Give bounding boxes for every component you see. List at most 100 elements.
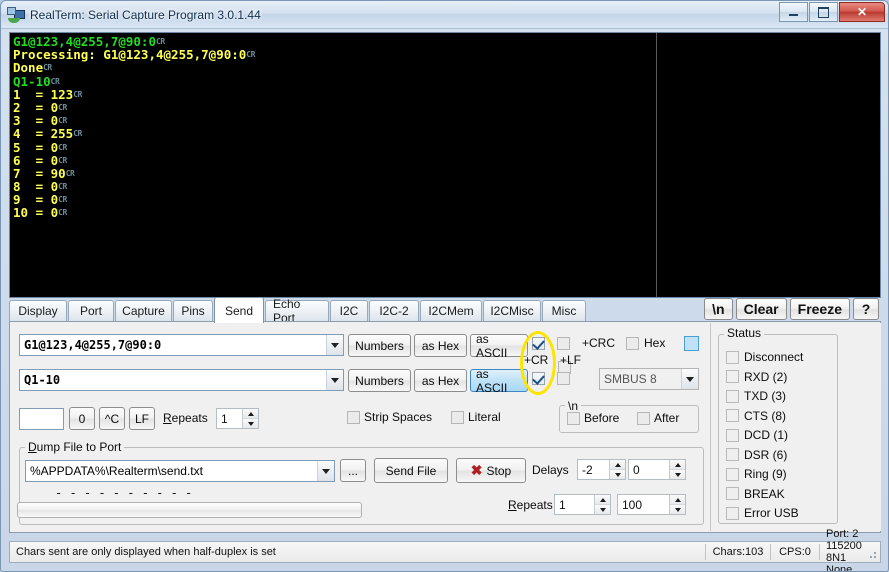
tab-capture[interactable]: Capture — [115, 300, 172, 321]
stop-button[interactable]: ✖ Stop — [456, 458, 526, 483]
strip-spaces-checkbox[interactable] — [347, 411, 360, 424]
control-char-marker: CR — [73, 129, 82, 139]
chevron-down-icon[interactable] — [326, 335, 343, 355]
tab-i2cmisc[interactable]: I2CMisc — [483, 300, 541, 321]
char-field[interactable] — [19, 408, 64, 430]
tab-i2c[interactable]: I2C — [330, 300, 368, 321]
minimize-button[interactable] — [779, 2, 808, 22]
send-tab-panel: G1@123,4@255,7@90:0 Numbers as Hex as AS… — [9, 321, 881, 533]
delay-1-spinner[interactable]: -2 — [577, 459, 626, 480]
send-1-as-ascii-button[interactable]: as ASCII — [470, 332, 528, 360]
help-button[interactable]: ? — [853, 298, 879, 320]
send-string-1-combo[interactable]: G1@123,4@255,7@90:0 — [19, 334, 344, 356]
send-repeats-value: 1 — [221, 411, 228, 426]
tab-display[interactable]: Display — [9, 300, 67, 321]
send-2-cr-checkbox[interactable] — [532, 372, 545, 385]
close-button[interactable]: ✕ — [839, 2, 885, 22]
send-file-button[interactable]: Send File — [374, 458, 448, 483]
literal-checkbox[interactable] — [451, 411, 464, 424]
spin-up-icon[interactable] — [669, 495, 685, 505]
terminal-output[interactable]: G1@123,4@255,7@90:0CR Processing: G1@123,… — [9, 32, 881, 298]
status-row: CTS (8) — [726, 409, 786, 423]
send-1-cr-checkbox[interactable] — [532, 337, 545, 350]
status-cps: CPS:0 — [779, 546, 811, 558]
hex-checkbox[interactable] — [626, 337, 639, 350]
spin-down-icon[interactable] — [609, 470, 625, 479]
tab-label: I2CMisc — [490, 304, 534, 318]
hex-label: Hex — [644, 336, 666, 350]
dump-file-path-combo[interactable]: %APPDATA%\Realterm\send.txt — [25, 460, 335, 482]
tab-pins[interactable]: Pins — [173, 300, 213, 321]
clear-button[interactable]: Clear — [735, 298, 787, 320]
status-row: TXD (3) — [726, 389, 786, 403]
status-message: Chars sent are only displayed when half-… — [16, 546, 276, 558]
delay-2-value: 0 — [633, 462, 640, 477]
send-repeats-spinner[interactable]: 1 — [216, 408, 259, 429]
browse-file-button[interactable]: ... — [340, 459, 366, 482]
control-char-marker: CR — [50, 76, 60, 86]
status-pane: Status Disconnect RXD (2) TXD (3) CTS (8) DC… — [712, 323, 881, 531]
crc-label: +CRC — [582, 336, 616, 350]
send-2-as-ascii-button[interactable]: as ASCII — [470, 367, 528, 395]
tab-label: Misc — [551, 304, 577, 318]
send-lf-label: LF — [135, 411, 150, 426]
send-1-as-hex-button[interactable]: as Hex — [414, 334, 467, 357]
send-ctrlc-button[interactable]: ^C — [99, 407, 125, 430]
status-label: Ring (9) — [744, 467, 787, 481]
freeze-button[interactable]: Freeze — [789, 298, 850, 320]
status-row: BREAK — [726, 487, 785, 501]
send-string-2-combo[interactable]: Q1-10 — [19, 369, 344, 391]
send-ctrlc-label: ^C — [104, 411, 120, 426]
send-1-lf-checkbox[interactable] — [557, 337, 570, 350]
newline-button[interactable]: \n — [704, 298, 733, 320]
delay-2-spinner[interactable]: 0 — [628, 459, 686, 480]
smbus-combo[interactable]: SMBUS 8 — [599, 368, 699, 390]
spin-down-icon[interactable] — [669, 470, 685, 479]
status-label: Error USB — [744, 506, 799, 520]
control-char-marker: CR — [58, 182, 67, 192]
newline-before-checkbox[interactable] — [567, 412, 580, 425]
spin-up-icon[interactable] — [609, 460, 625, 470]
spin-up-icon[interactable] — [242, 409, 258, 419]
dump-repeats-1-value: 1 — [559, 497, 566, 512]
dump-repeats-2-spinner[interactable]: 100 — [617, 494, 686, 515]
spin-down-icon[interactable] — [594, 505, 610, 514]
chevron-down-icon[interactable] — [681, 369, 698, 389]
send-zero-button[interactable]: 0 — [69, 407, 95, 430]
dump-repeats-2-value: 100 — [622, 497, 643, 512]
spin-up-icon[interactable] — [594, 495, 610, 505]
chevron-down-icon[interactable] — [317, 461, 334, 481]
send-2-lf-checkbox[interactable] — [557, 372, 570, 385]
tab-i2c-2[interactable]: I2C-2 — [369, 300, 419, 321]
spin-up-icon[interactable] — [669, 460, 685, 470]
strip-spaces-label: Strip Spaces — [364, 410, 433, 424]
maximize-button[interactable] — [809, 2, 838, 22]
tab-label: I2C-2 — [379, 304, 409, 318]
status-row: Disconnect — [726, 350, 803, 364]
spin-down-icon[interactable] — [669, 505, 685, 514]
tab-echo-port[interactable]: Echo Port — [265, 297, 329, 325]
tab-label: I2C — [339, 304, 359, 318]
browse-file-label: ... — [347, 463, 358, 478]
tab-label: Send — [224, 303, 254, 318]
tab-send[interactable]: Send — [214, 297, 264, 323]
send-lf-button[interactable]: LF — [129, 407, 155, 430]
send-2-numbers-button[interactable]: Numbers — [348, 369, 411, 392]
chevron-down-icon[interactable] — [326, 370, 343, 390]
terminal-line: 10 = 0CR — [13, 205, 67, 221]
delays-label: Delays — [532, 463, 569, 477]
newline-after-checkbox[interactable] — [637, 412, 650, 425]
resize-grip-icon[interactable] — [866, 548, 878, 560]
tab-port[interactable]: Port — [68, 300, 114, 321]
tab-i2cmem[interactable]: I2CMem — [420, 300, 482, 321]
tab-misc[interactable]: Misc — [542, 300, 586, 321]
tab-label: Display — [18, 304, 58, 318]
send-extra-option-checkbox[interactable] — [684, 336, 699, 351]
stop-label: Stop — [486, 463, 512, 478]
status-label: TXD (3) — [744, 389, 786, 403]
dump-repeats-1-spinner[interactable]: 1 — [554, 494, 611, 515]
control-char-marker: CR — [58, 155, 67, 165]
send-1-numbers-button[interactable]: Numbers — [348, 334, 411, 357]
spin-down-icon[interactable] — [242, 419, 258, 428]
send-2-as-hex-button[interactable]: as Hex — [414, 369, 467, 392]
